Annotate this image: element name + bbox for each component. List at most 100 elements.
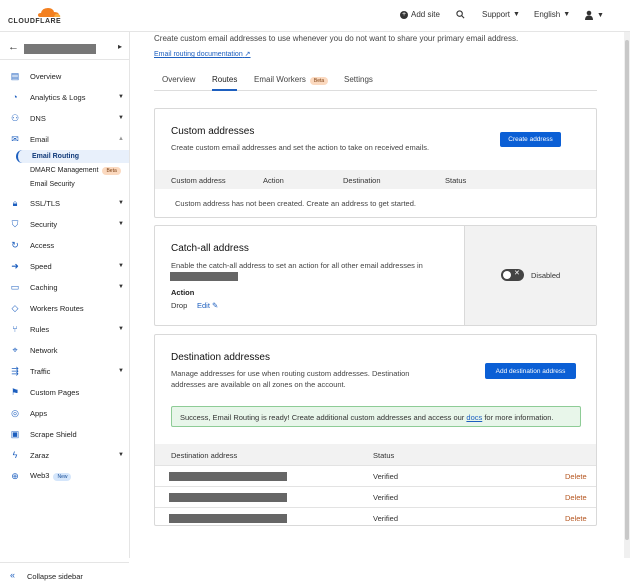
caret-up-icon: ▲ [118,136,124,142]
sidebar-item-label: Overview [30,71,62,81]
collapse-sidebar-button[interactable]: « Collapse sidebar [0,562,129,588]
sidebar-item-speed[interactable]: ➜ Speed ▼ [0,257,129,275]
web3-icon: ⊕ [11,471,19,481]
new-badge: New [53,473,72,481]
action-value: Drop [171,301,188,310]
caret-down-icon: ▼ [118,200,124,206]
destination-addresses-card: Destination addresses Manage addresses f… [154,334,597,526]
sidebar-item-ssl[interactable]: 🔒︎ SSL/TLS ▼ [0,194,129,212]
action-label: Action [171,288,195,297]
destination-table-header: Destination address Status [155,444,596,465]
catch-all-title: Catch-all address [171,243,249,254]
sidebar-item-apps[interactable]: ◎ Apps [0,404,129,422]
search-icon[interactable] [456,10,465,19]
delete-link[interactable]: Delete [565,493,587,502]
access-icon: ↻ [11,240,19,250]
chevron-right-icon: ▸ [118,42,123,51]
documentation-link[interactable]: Email routing documentation ↗ [154,50,251,58]
custom-addresses-description: Create custom email addresses and set th… [171,143,430,152]
sidebar-subitem-label: Email Routing [32,153,80,160]
redacted-email [169,493,287,502]
sidebar-subitem-dmarc[interactable]: DMARC Management Beta [16,164,129,177]
sidebar-item-network[interactable]: ⌖ Network [0,341,129,359]
tab-email-workers[interactable]: Email Workers Beta [254,75,329,85]
sidebar-item-traffic[interactable]: ⇶ Traffic ▼ [0,362,129,380]
tab-overview[interactable]: Overview [162,75,195,84]
sidebar-item-label-wrap: Web3 New [30,471,72,481]
sidebar-item-security[interactable]: ⛉ Security ▼ [0,215,129,233]
add-site-label: Add site [411,10,440,19]
sidebar-subitem-email-routing[interactable]: Email Routing [16,150,129,163]
caret-down-icon: ▼ [118,221,124,227]
edit-label: Edit [197,301,210,310]
pencil-icon: ✎ [212,301,219,310]
add-destination-address-button[interactable]: Add destination address [485,363,576,379]
sidebar-item-label: Analytics & Logs [30,92,86,102]
sidebar-item-zaraz[interactable]: ϟ Zaraz ▼ [0,446,129,464]
scrollbar-thumb[interactable] [625,40,629,540]
sidebar-item-web3[interactable]: ⊕ Web3 New [0,467,129,485]
sidebar: ← ▸ ▤ Overview ◔ Analytics & Logs ▼ ⚇ DN… [0,32,130,581]
account-switcher[interactable]: ← ▸ [0,36,130,60]
sidebar-item-scrape-shield[interactable]: ▣ Scrape Shield [0,425,129,443]
sidebar-item-label: Rules [30,324,50,334]
sidebar-item-label: Security [30,219,58,229]
sidebar-item-access[interactable]: ↻ Access [0,236,129,254]
sidebar-item-custom-pages[interactable]: ⚑ Custom Pages [0,383,129,401]
document-icon: ▤ [10,71,20,81]
create-address-button[interactable]: Create address [500,132,561,147]
dns-icon: ⚇ [10,113,20,123]
custom-addresses-card: Custom addresses Create custom email add… [154,108,597,218]
success-text-end: for more information. [484,413,554,422]
sidebar-item-label: Scrape Shield [30,429,77,439]
user-icon [585,10,593,20]
edit-action-link[interactable]: Edit ✎ [197,301,218,310]
user-menu[interactable]: ▼ [584,10,604,20]
catch-all-toggle[interactable]: ✕ [501,269,524,281]
column-header: Custom address [171,176,226,185]
sidebar-item-label: SSL/TLS [30,198,61,208]
caret-down-icon: ▼ [118,368,124,374]
intro-text: Create custom email addresses to use whe… [154,34,519,43]
mail-icon: ✉ [11,134,19,144]
delete-link[interactable]: Delete [565,514,587,523]
sidebar-item-workers-routes[interactable]: ◇ Workers Routes [0,299,129,317]
redacted-email [169,514,287,523]
sidebar-subitem-label: Email Security [30,181,75,188]
apps-icon: ◎ [11,408,19,418]
tab-settings[interactable]: Settings [344,75,373,84]
delete-link[interactable]: Delete [565,472,587,481]
sidebar-item-rules[interactable]: ⑂ Rules ▼ [0,320,129,338]
caret-down-icon: ▼ [118,452,124,458]
chart-icon: ◔ [12,92,18,102]
sidebar-item-overview[interactable]: ▤ Overview [0,67,129,85]
back-arrow-icon[interactable]: ← [8,41,19,53]
sidebar-item-caching[interactable]: ▭ Caching ▼ [0,278,129,296]
rules-icon: ⑂ [12,324,18,334]
table-row: Verified Delete [155,486,596,507]
sidebar-item-label: Web3 [30,471,50,480]
sidebar-item-label: Access [30,240,55,250]
support-dropdown[interactable]: Support ▼ [482,10,520,19]
language-dropdown[interactable]: English ▼ [534,10,570,19]
redacted-email [169,472,287,481]
cloudflare-logo[interactable]: CLOUDFLARE [8,6,88,26]
tab-routes[interactable]: Routes [212,75,238,91]
docs-link[interactable]: docs [466,413,482,422]
sidebar-item-email[interactable]: ✉ Email ▲ [0,130,129,148]
x-icon: ✕ [514,270,520,277]
sidebar-subitem-email-security[interactable]: Email Security [16,178,129,191]
sidebar-item-dns[interactable]: ⚇ DNS ▼ [0,109,129,127]
status-text: Verified [373,472,399,481]
add-site-button[interactable]: + Add site [400,10,440,19]
sidebar-item-label: Apps [30,408,48,418]
scrollbar[interactable] [624,32,630,558]
shield-icon: ⛉ [11,219,19,229]
traffic-icon: ⇶ [11,366,19,376]
main-content: Create custom email addresses to use whe… [130,32,630,558]
sidebar-item-label: Email [30,134,49,144]
sidebar-subitem-label: DMARC Management [30,167,99,174]
status-text: Verified [373,493,399,502]
sidebar-item-label: Network [30,345,58,355]
sidebar-item-analytics[interactable]: ◔ Analytics & Logs ▼ [0,88,129,106]
